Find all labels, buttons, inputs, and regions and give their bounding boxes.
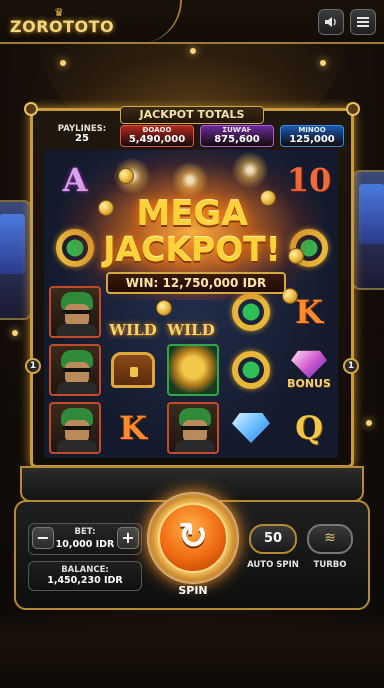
jackpot-label: MINOO [298,126,326,134]
auto-spin-button[interactable]: 50 [249,524,297,554]
frame-ornament [346,102,360,116]
bet-label: BET: [74,527,96,537]
ceiling-light [12,330,18,336]
payline-marker-left: 1 [25,358,41,374]
mega-line: MEGA [136,194,248,234]
payline-marker-right: 1 [343,358,359,374]
ceiling-light [366,420,372,426]
spin-label: SPIN [178,584,208,597]
symbol-warrior [46,400,104,456]
paylines-info: PAYLINES: 25 [50,124,114,148]
background-slot-machine [0,200,32,320]
balance-value: 1,450,230 IDR [47,575,123,586]
symbol-bonus: BONUS [280,342,338,398]
auto-spin-label: AUTO SPIN [247,560,299,570]
balance-label: BALANCE: [61,565,109,575]
ceiling-light [60,60,66,66]
top-bar: ♛ ZOROTOTO [0,0,384,44]
win-amount-banner: WIN: 12,750,000 IDR [106,272,286,294]
diamond-icon [291,350,327,379]
jackpot-value: 875,600 [214,134,260,145]
gold-coin [156,300,172,316]
jackpot-value: 5,490,000 [128,134,186,145]
symbol-warrior [164,400,222,456]
background-slot-machine [352,170,384,290]
header-ornament [112,0,182,44]
bet-value: 10,000 IDR [55,539,115,550]
gold-coin [118,168,134,184]
turbo-icon: ≋ [324,530,336,546]
ceiling-light [190,48,196,54]
symbol-golden-lion [164,342,222,398]
ceiling-light [320,60,326,66]
hamburger-menu-icon [357,17,369,27]
spin-arrow-icon: ↻ [177,516,209,557]
symbol-diamond [222,400,280,456]
turbo-label: TURBO [313,560,347,570]
jackpot-totals-title: JACKPOT TOTALS [120,106,264,124]
symbol-treasure-chest [104,342,162,398]
increase-bet-button[interactable]: + [117,527,139,549]
symbol-k: K [119,409,147,447]
menu-button[interactable] [350,9,376,35]
jackpot-line: JACKPOT! [103,230,281,269]
logo-text: ZOROTOTO [10,17,115,36]
firework-effect [230,150,270,190]
sound-button[interactable] [318,9,344,35]
symbol-ring [222,342,280,398]
jackpot-box-major: ƩUⱲAⱵ 875,600 [200,125,274,147]
turbo-button[interactable]: ≋ [307,524,353,554]
frame-ornament [24,102,38,116]
symbol-q: Q [295,409,323,447]
jackpot-box-grand: ƉOAOO 5,490,000 [120,125,194,147]
symbol-warrior [46,342,104,398]
spin-button[interactable]: ↻ [158,503,228,573]
jackpot-box-mini: MINOO 125,000 [280,125,344,147]
paylines-value: 25 [75,133,89,144]
jackpot-label: ƉOAOO [142,126,172,134]
speaker-icon [325,17,336,27]
jackpot-label: ƩUⱲAⱵ [222,126,252,134]
balance-display: BALANCE: 1,450,230 IDR [28,561,142,591]
jackpot-value: 125,000 [289,134,335,145]
mega-jackpot-title: MEGA JACKPOT! [60,196,324,268]
bottom-background [0,610,384,688]
